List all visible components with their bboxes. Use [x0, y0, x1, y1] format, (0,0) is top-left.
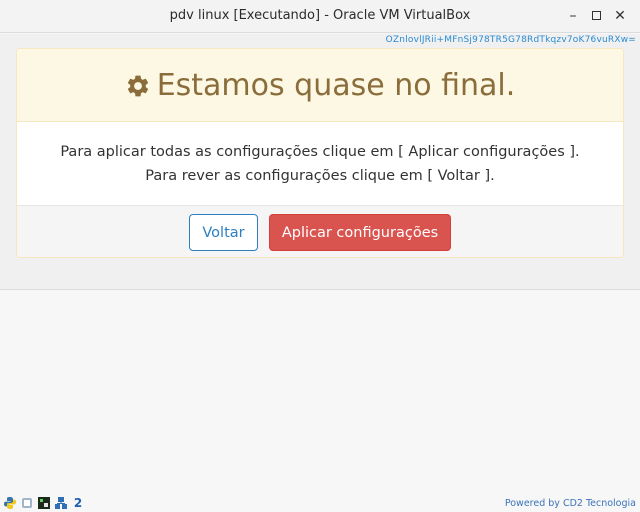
- back-button[interactable]: Voltar: [189, 214, 258, 251]
- network-icon[interactable]: [54, 496, 68, 510]
- status-tray: 2: [3, 496, 85, 510]
- wizard-panel: OZnlovlJRii+MFnSj978TR5G78RdTkqzv7oK76vu…: [0, 34, 640, 290]
- instruction-back: Para rever as configurações clique em [ …: [145, 168, 495, 184]
- powered-by-link[interactable]: Powered by CD2 Tecnologia: [505, 498, 636, 509]
- window-title: pdv linux [Executando] - Oracle VM Virtu…: [169, 8, 471, 23]
- card-heading: Estamos quase no final.: [156, 67, 516, 103]
- number-2-icon[interactable]: 2: [71, 496, 85, 510]
- minimize-icon[interactable]: –: [563, 6, 583, 26]
- card-body: Para aplicar todas as configurações cliq…: [17, 122, 623, 205]
- gear-icon: [127, 75, 148, 97]
- guest-screen: OZnlovlJRii+MFnSj978TR5G78RdTkqzv7oK76vu…: [0, 34, 640, 512]
- apply-settings-button[interactable]: Aplicar configurações: [269, 214, 451, 251]
- wizard-card: Estamos quase no final. Para aplicar tod…: [16, 48, 624, 258]
- session-token: OZnlovlJRii+MFnSj978TR5G78RdTkqzv7oK76vu…: [385, 35, 636, 45]
- window-titlebar: pdv linux [Executando] - Oracle VM Virtu…: [0, 0, 640, 33]
- card-footer: Voltar Aplicar configurações: [17, 205, 623, 257]
- python-icon[interactable]: [3, 496, 17, 510]
- close-icon[interactable]: ✕: [610, 6, 630, 26]
- app-icon[interactable]: [20, 496, 34, 510]
- maximize-icon[interactable]: [586, 6, 606, 26]
- card-header: Estamos quase no final.: [17, 49, 623, 122]
- monitor-icon[interactable]: [37, 496, 51, 510]
- instruction-apply: Para aplicar todas as configurações cliq…: [60, 144, 580, 160]
